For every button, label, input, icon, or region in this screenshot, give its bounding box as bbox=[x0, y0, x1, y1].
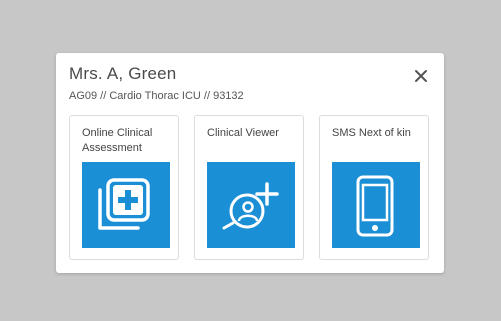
card-label: Online Clinical Assessment bbox=[82, 127, 153, 154]
tile[interactable] bbox=[207, 162, 295, 248]
clinical-viewer-icon bbox=[222, 182, 279, 230]
card-label: SMS Next of kin bbox=[332, 127, 411, 139]
mobile-phone-icon bbox=[356, 175, 394, 237]
clinical-assessment-icon bbox=[98, 178, 150, 230]
card-sms-next-of-kin[interactable]: SMS Next of kin bbox=[319, 115, 429, 260]
card-online-clinical-assessment[interactable]: Online Clinical Assessment bbox=[69, 115, 179, 260]
close-button[interactable] bbox=[412, 67, 430, 85]
tile[interactable] bbox=[82, 162, 170, 248]
patient-details: AG09 // Cardio Thorac ICU // 93132 bbox=[69, 90, 244, 102]
patient-name: Mrs. A, Green bbox=[69, 64, 177, 83]
card-label: Clinical Viewer bbox=[207, 127, 279, 139]
card-clinical-viewer[interactable]: Clinical Viewer bbox=[194, 115, 304, 260]
patient-dialog: Mrs. A, Green AG09 // Cardio Thorac ICU … bbox=[56, 53, 444, 273]
close-icon bbox=[415, 70, 427, 82]
tile[interactable] bbox=[332, 162, 420, 248]
